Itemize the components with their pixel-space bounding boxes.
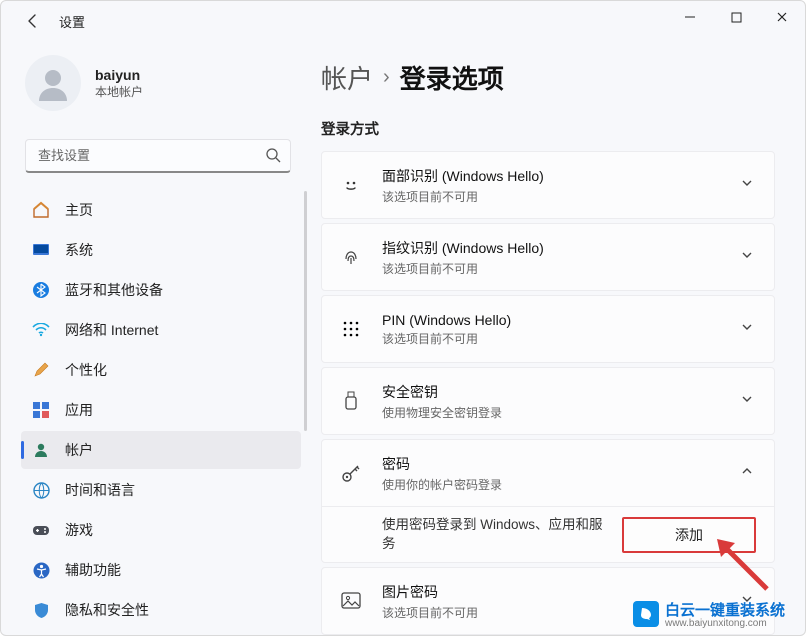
option-password-subrow: 使用密码登录到 Windows、应用和服务 添加 <box>322 506 774 562</box>
option-title: 指纹识别 (Windows Hello) <box>382 238 740 258</box>
option-sub: 该选项目前不可用 <box>382 330 740 347</box>
face-icon <box>340 174 362 196</box>
window-title: 设置 <box>59 12 85 31</box>
breadcrumb: 帐户 › 登录选项 <box>321 59 775 96</box>
usb-key-icon <box>340 390 362 412</box>
option-security-key-row[interactable]: 安全密钥 使用物理安全密钥登录 <box>322 368 774 434</box>
option-password: 密码 使用你的帐户密码登录 使用密码登录到 Windows、应用和服务 添加 <box>321 439 775 563</box>
user-type: 本地帐户 <box>95 83 143 100</box>
sidebar-item-label: 帐户 <box>65 440 93 460</box>
option-title: 密码 <box>382 454 740 474</box>
sidebar-item-label: 辅助功能 <box>65 560 121 580</box>
sidebar-item-time[interactable]: 时间和语言 <box>21 471 301 509</box>
arrow-left-icon <box>25 13 41 29</box>
option-sub: 该选项目前不可用 <box>382 188 740 205</box>
password-subtext: 使用密码登录到 Windows、应用和服务 <box>382 516 622 554</box>
chevron-right-icon: › <box>383 66 390 89</box>
key-icon <box>340 462 362 484</box>
accessibility-icon <box>31 560 51 580</box>
bluetooth-icon <box>31 280 51 300</box>
option-fingerprint: 指纹识别 (Windows Hello) 该选项目前不可用 <box>321 223 775 291</box>
shield-icon <box>31 600 51 620</box>
sidebar: baiyun 本地帐户 主页 系统 <box>1 41 311 635</box>
sidebar-item-home[interactable]: 主页 <box>21 191 301 229</box>
breadcrumb-parent[interactable]: 帐户 <box>321 59 373 96</box>
person-icon <box>31 440 51 460</box>
sidebar-item-privacy[interactable]: 隐私和安全性 <box>21 591 301 621</box>
option-title: PIN (Windows Hello) <box>382 312 740 328</box>
search-icon <box>265 147 281 168</box>
wifi-icon <box>31 320 51 340</box>
chevron-down-icon <box>740 320 756 339</box>
chevron-down-icon <box>740 176 756 195</box>
gamepad-icon <box>31 520 51 540</box>
option-pin: PIN (Windows Hello) 该选项目前不可用 <box>321 295 775 363</box>
search-input[interactable] <box>25 139 291 173</box>
option-security-key: 安全密钥 使用物理安全密钥登录 <box>321 367 775 435</box>
watermark: 白云一键重装系统 www.baiyunxitong.com <box>633 599 785 629</box>
avatar <box>25 55 81 111</box>
option-sub: 该选项目前不可用 <box>382 260 740 277</box>
minimize-button[interactable] <box>667 1 713 33</box>
sidebar-item-label: 网络和 Internet <box>65 320 158 340</box>
home-icon <box>31 200 51 220</box>
option-face: 面部识别 (Windows Hello) 该选项目前不可用 <box>321 151 775 219</box>
sidebar-item-accessibility[interactable]: 辅助功能 <box>21 551 301 589</box>
brush-icon <box>31 360 51 380</box>
signin-options: 面部识别 (Windows Hello) 该选项目前不可用 指纹识别 (Wind… <box>321 151 775 635</box>
apps-icon <box>31 400 51 420</box>
chevron-down-icon <box>740 392 756 411</box>
chevron-up-icon <box>740 464 756 483</box>
add-password-button[interactable]: 添加 <box>622 517 756 553</box>
option-face-row[interactable]: 面部识别 (Windows Hello) 该选项目前不可用 <box>322 152 774 218</box>
watermark-text: 白云一键重装系统 <box>665 602 785 619</box>
watermark-url: www.baiyunxitong.com <box>665 618 785 629</box>
sidebar-item-network[interactable]: 网络和 Internet <box>21 311 301 349</box>
settings-window: 设置 baiyun 本地帐户 <box>0 0 806 636</box>
sidebar-item-system[interactable]: 系统 <box>21 231 301 269</box>
picture-icon <box>340 590 362 612</box>
sidebar-item-gaming[interactable]: 游戏 <box>21 511 301 549</box>
chevron-down-icon <box>740 248 756 267</box>
content: 帐户 › 登录选项 登录方式 面部识别 (Windows Hello) 该选项目… <box>311 41 805 635</box>
option-fingerprint-row[interactable]: 指纹识别 (Windows Hello) 该选项目前不可用 <box>322 224 774 290</box>
section-title: 登录方式 <box>321 118 775 139</box>
globe-icon <box>31 480 51 500</box>
scrollbar[interactable] <box>304 191 307 431</box>
window-controls <box>667 1 805 33</box>
maximize-button[interactable] <box>713 1 759 33</box>
option-pin-row[interactable]: PIN (Windows Hello) 该选项目前不可用 <box>322 296 774 362</box>
keypad-icon <box>340 318 362 340</box>
system-icon <box>31 240 51 260</box>
watermark-icon <box>633 601 659 627</box>
sidebar-item-bluetooth[interactable]: 蓝牙和其他设备 <box>21 271 301 309</box>
sidebar-item-label: 游戏 <box>65 520 93 540</box>
close-button[interactable] <box>759 1 805 33</box>
sidebar-item-label: 个性化 <box>65 360 107 380</box>
sidebar-item-apps[interactable]: 应用 <box>21 391 301 429</box>
sidebar-item-accounts[interactable]: 帐户 <box>21 431 301 469</box>
option-title: 安全密钥 <box>382 382 740 402</box>
fingerprint-icon <box>340 246 362 268</box>
user-block[interactable]: baiyun 本地帐户 <box>21 55 311 111</box>
sidebar-item-label: 系统 <box>65 240 93 260</box>
sidebar-item-label: 隐私和安全性 <box>65 600 149 620</box>
search-wrap <box>25 139 291 173</box>
sidebar-item-label: 时间和语言 <box>65 480 135 500</box>
nav: 主页 系统 蓝牙和其他设备 网络和 Internet 个性化 <box>21 191 311 621</box>
sidebar-item-label: 主页 <box>65 200 93 220</box>
page-title: 登录选项 <box>400 59 504 96</box>
user-name: baiyun <box>95 67 143 83</box>
sidebar-item-label: 蓝牙和其他设备 <box>65 280 163 300</box>
sidebar-item-label: 应用 <box>65 400 93 420</box>
option-sub: 使用你的帐户密码登录 <box>382 476 740 493</box>
option-sub: 使用物理安全密钥登录 <box>382 404 740 421</box>
option-title: 面部识别 (Windows Hello) <box>382 166 740 186</box>
option-password-row[interactable]: 密码 使用你的帐户密码登录 <box>322 440 774 506</box>
titlebar: 设置 <box>1 1 805 41</box>
sidebar-item-personalization[interactable]: 个性化 <box>21 351 301 389</box>
back-button[interactable] <box>21 9 45 33</box>
